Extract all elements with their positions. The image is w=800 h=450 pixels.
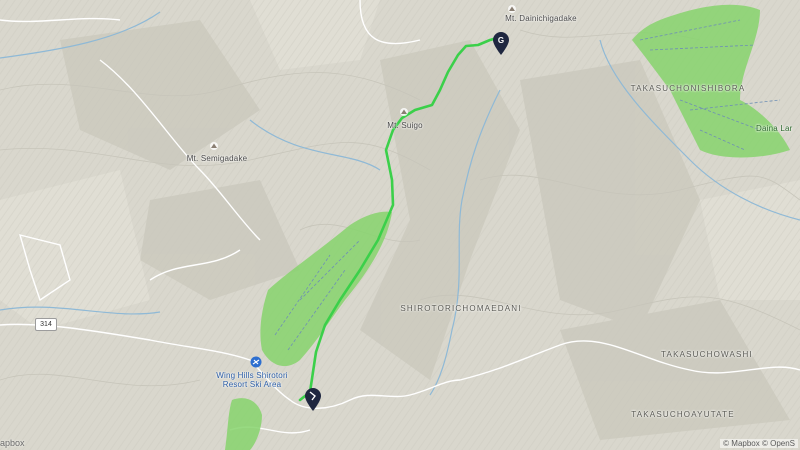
mapbox-logo-text[interactable]: apbox bbox=[0, 438, 25, 448]
peak-icon bbox=[508, 5, 516, 13]
attribution[interactable]: © Mapbox © OpenS bbox=[720, 439, 798, 448]
terrain-layer bbox=[0, 0, 800, 450]
poi-label-daina-lar: Daina Lar bbox=[756, 124, 793, 133]
resort-label-line1: Wing Hills Shirotori bbox=[216, 371, 288, 380]
start-marker[interactable] bbox=[304, 388, 322, 412]
area-label-takasuchonishibora: TAKASUCHONISHIBORA bbox=[630, 84, 746, 93]
peak-label-semigadake: Mt. Semigadake bbox=[186, 154, 248, 163]
goal-marker-letter: G bbox=[498, 36, 504, 45]
peak-label-suigo: Mt. Suigo bbox=[387, 121, 423, 130]
area-label-takasuchowashi: TAKASUCHOWASHI bbox=[661, 350, 753, 359]
map-canvas[interactable]: Mt. Dainichigadake Mt. Suigo Mt. Semigad… bbox=[0, 0, 800, 450]
ski-resort-icon[interactable] bbox=[250, 356, 262, 368]
goal-marker[interactable]: G bbox=[492, 32, 510, 56]
area-label-takasuchoayutate: TAKASUCHOAYUTATE bbox=[631, 410, 735, 419]
peak-icon bbox=[210, 142, 218, 150]
resort-label-line2: Resort Ski Area bbox=[222, 380, 282, 389]
peak-icon bbox=[400, 108, 408, 116]
route-shield: 314 bbox=[35, 318, 57, 331]
area-label-shirotorichomaedani: SHIROTORICHOMAEDANI bbox=[400, 304, 522, 313]
resort-label: Wing Hills Shirotori Resort Ski Area bbox=[216, 371, 288, 389]
peak-label-dainichigadake: Mt. Dainichigadake bbox=[505, 14, 577, 23]
